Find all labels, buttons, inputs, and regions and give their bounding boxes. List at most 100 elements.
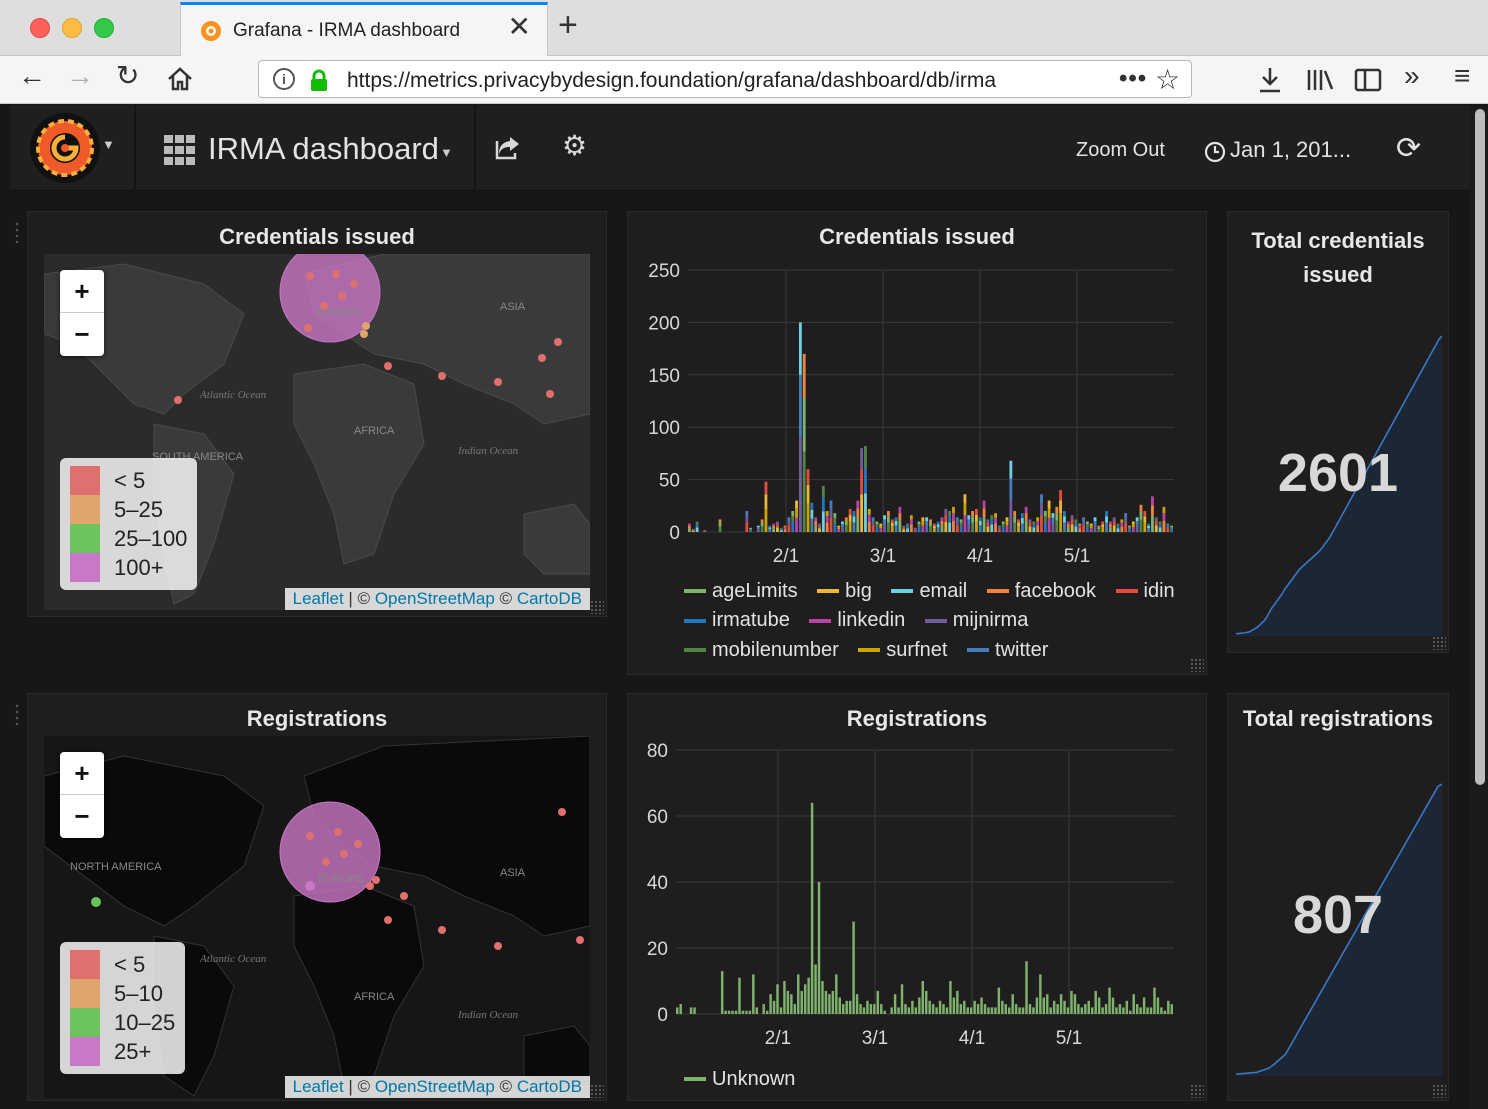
library-icon[interactable] xyxy=(1306,68,1334,92)
osm-link[interactable]: OpenStreetMap xyxy=(375,1077,495,1096)
dashboard-caret-icon[interactable]: ▼ xyxy=(440,145,453,160)
worldmap[interactable]: EUROPE ASIA AFRICA Atlantic Ocean Indian… xyxy=(44,254,590,610)
zoom-out-map-button[interactable]: − xyxy=(60,795,104,838)
legend-item-agelimits[interactable]: ageLimits xyxy=(684,577,798,606)
reload-icon[interactable]: ↻ xyxy=(116,62,139,90)
bar-segment xyxy=(756,525,760,528)
home-icon[interactable] xyxy=(166,66,194,92)
row-drag-handle[interactable] xyxy=(14,221,20,245)
legend-item: 100+ xyxy=(70,553,187,582)
forward-arrow-icon[interactable]: → xyxy=(66,62,94,90)
osm-link[interactable]: OpenStreetMap xyxy=(375,589,495,608)
hamburger-menu-icon[interactable]: ≡ xyxy=(1454,62,1470,90)
page-actions-icon[interactable]: ••• xyxy=(1119,65,1147,93)
bar-segment xyxy=(798,437,802,532)
settings-gear-icon[interactable]: ⚙ xyxy=(562,129,587,162)
bar-segment xyxy=(1135,517,1139,521)
leaflet-link[interactable]: Leaflet xyxy=(293,589,344,608)
bar-segment xyxy=(1093,520,1097,526)
scrollbar-thumb[interactable] xyxy=(1475,109,1485,785)
refresh-icon[interactable]: ⟳ xyxy=(1396,131,1421,166)
bookmark-star-icon[interactable]: ☆ xyxy=(1155,63,1180,96)
bar-segment xyxy=(1066,521,1070,525)
panel-resize-handle[interactable] xyxy=(1432,1084,1446,1098)
legend-item-mobilenumber[interactable]: mobilenumber xyxy=(684,636,839,665)
bar-segment xyxy=(1162,520,1166,532)
panel-title[interactable]: Total registrations xyxy=(1228,706,1448,732)
window-zoom-button[interactable] xyxy=(94,18,114,38)
panel-title[interactable]: Credentials issued xyxy=(628,224,1206,250)
leaflet-link[interactable]: Leaflet xyxy=(293,1077,344,1096)
bar-segment xyxy=(810,509,814,519)
back-arrow-icon[interactable]: ← xyxy=(18,62,46,90)
bar-segment xyxy=(1055,506,1059,514)
bar xyxy=(720,971,724,1014)
x-tick-label: 5/1 xyxy=(1064,546,1090,567)
panel-title[interactable]: Registrations xyxy=(628,706,1206,732)
bar-segment xyxy=(879,528,883,532)
legend-item-twitter[interactable]: twitter xyxy=(967,636,1048,665)
legend-item-linkedin[interactable]: linkedin xyxy=(809,606,905,635)
zoom-out-map-button[interactable]: − xyxy=(60,313,104,356)
lock-icon[interactable] xyxy=(309,69,329,91)
panel-resize-handle[interactable] xyxy=(1432,636,1446,650)
panel-resize-handle[interactable] xyxy=(590,1084,604,1098)
grafana-logo-button[interactable] xyxy=(30,113,100,183)
bar-segment xyxy=(913,528,917,531)
browser-tab-active[interactable]: Grafana - IRMA dashboard ✕ xyxy=(180,2,548,56)
tab-close-icon[interactable]: ✕ xyxy=(508,13,531,41)
panel-title[interactable]: Registrations xyxy=(28,706,606,732)
zoom-in-button[interactable]: + xyxy=(60,752,104,795)
url-bar[interactable]: i https://metrics.privacybydesign.founda… xyxy=(258,60,1192,98)
bar-segment xyxy=(1082,517,1085,521)
bar-segment xyxy=(760,519,764,523)
legend-item-facebook[interactable]: facebook xyxy=(986,577,1096,606)
legend-item-mijnirma[interactable]: mijnirma xyxy=(924,606,1028,635)
window-minimize-button[interactable] xyxy=(62,18,82,38)
bar xyxy=(869,1004,873,1014)
zoom-out-button[interactable]: Zoom Out xyxy=(1076,139,1165,162)
legend-item-surfnet[interactable]: surfnet xyxy=(858,636,947,665)
bar xyxy=(1118,1004,1122,1014)
bar-segment xyxy=(871,517,875,521)
bar-segment xyxy=(1001,521,1005,525)
bar xyxy=(1008,1007,1011,1014)
url-text[interactable]: https://metrics.privacybydesign.foundati… xyxy=(347,69,1077,93)
window-close-button[interactable] xyxy=(30,18,50,38)
panel-title[interactable]: Total credentials issued xyxy=(1228,224,1448,292)
bar-segment xyxy=(791,511,795,517)
panel-resize-handle[interactable] xyxy=(1190,1084,1204,1098)
bar-segment xyxy=(1116,525,1120,529)
cartodb-link[interactable]: CartoDB xyxy=(517,1077,582,1096)
zoom-in-button[interactable]: + xyxy=(60,270,104,313)
cartodb-link[interactable]: CartoDB xyxy=(517,589,582,608)
panel-resize-handle[interactable] xyxy=(1190,658,1204,672)
bar-segment xyxy=(925,517,929,521)
legend-item-unknown[interactable]: Unknown xyxy=(684,1065,795,1094)
credentials-bar-chart[interactable]: 0 50 100 150 200 250 2/1 3/1 4/1 5/1 xyxy=(628,252,1208,582)
registrations-bar-chart[interactable]: 0 20 40 60 80 2/1 3/1 4/1 5/1 xyxy=(628,734,1208,1054)
bar-segment xyxy=(1147,523,1151,526)
logo-caret-icon[interactable]: ▼ xyxy=(102,137,115,152)
panel-title[interactable]: Credentials issued xyxy=(28,224,606,250)
worldmap[interactable]: EUROPE ASIA AFRICA Atlantic Ocean Indian… xyxy=(44,736,590,1098)
bar xyxy=(817,882,821,1014)
info-icon[interactable]: i xyxy=(273,68,295,90)
legend-item-irmatube[interactable]: irmatube xyxy=(684,606,790,635)
panel-resize-handle[interactable] xyxy=(590,600,604,614)
bar-segment xyxy=(1036,517,1040,521)
bar-segment xyxy=(806,469,810,485)
download-icon[interactable] xyxy=(1258,66,1282,94)
dashboard-title[interactable]: IRMA dashboard xyxy=(208,131,439,167)
sidebar-icon[interactable] xyxy=(1354,68,1382,92)
legend-item-big[interactable]: big xyxy=(817,577,872,606)
share-icon[interactable] xyxy=(494,133,522,161)
legend-item-idin[interactable]: idin xyxy=(1115,577,1175,606)
new-tab-button[interactable]: + xyxy=(558,8,578,42)
page-scrollbar[interactable] xyxy=(1471,105,1488,1109)
bar-segment xyxy=(745,516,749,523)
bar xyxy=(1139,1007,1142,1014)
legend-item-email[interactable]: email xyxy=(891,577,967,606)
row-drag-handle[interactable] xyxy=(14,703,20,727)
overflow-chevron-icon[interactable]: » xyxy=(1404,62,1420,90)
